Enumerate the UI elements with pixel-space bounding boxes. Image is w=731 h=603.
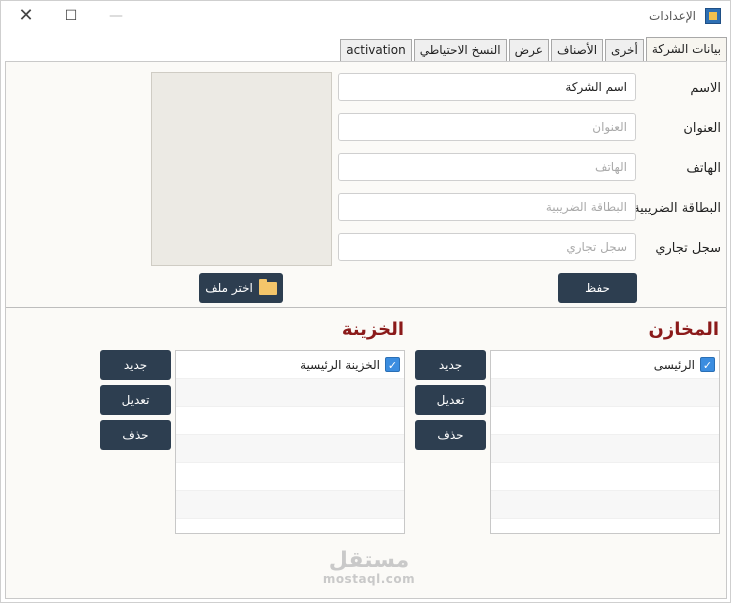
treasury-title: الخزينة (341, 319, 404, 340)
phone-label: الهاتف (686, 161, 721, 176)
treasury-delete-button[interactable]: حذف (100, 420, 171, 450)
store-item-label: الرئيسى (653, 357, 695, 372)
title-bar: ✕ ☐ — الإعدادات (1, 1, 730, 33)
tab-content-company: الاسم العنوان الهاتف البطاقة الضريبية سج… (5, 61, 727, 599)
minimize-icon[interactable]: — (101, 5, 131, 27)
list-item[interactable]: ✓ الخزينة الرئيسية (176, 351, 404, 379)
store-delete-button[interactable]: حذف (415, 420, 486, 450)
folder-icon (258, 278, 277, 295)
list-row-empty (176, 407, 404, 435)
company-logo-preview (151, 72, 332, 266)
choose-file-button[interactable]: اختر ملف (199, 273, 283, 303)
commercial-register-label: سجل تجاري (655, 241, 721, 256)
tab-strip: بيانات الشركة أخرى الأصناف عرض النسخ الا… (340, 37, 727, 61)
watermark-latin: mostaql.com (322, 572, 416, 586)
settings-window: ✕ ☐ — الإعدادات بيانات الشركة أخرى الأصن… (0, 0, 731, 603)
list-row-empty (491, 379, 719, 407)
list-item[interactable]: ✓ الرئيسى (491, 351, 719, 379)
tab-activation[interactable]: activation (340, 39, 412, 61)
list-row-empty (176, 519, 404, 533)
tax-card-label: البطاقة الضريبية (633, 201, 721, 216)
watermark-arabic: مستقل (328, 548, 410, 573)
tab-items[interactable]: الأصناف (550, 39, 604, 61)
watermark: مستقل mostaql.com (319, 548, 419, 586)
window-title: الإعدادات (649, 9, 696, 23)
list-row-empty (491, 407, 719, 435)
commercial-register-field[interactable] (338, 233, 636, 261)
list-row-empty (491, 491, 719, 519)
close-icon[interactable]: ✕ (11, 5, 41, 27)
tab-view[interactable]: عرض (508, 39, 549, 61)
treasury-edit-button[interactable]: تعديل (100, 385, 171, 415)
save-button[interactable]: حفظ (558, 273, 637, 303)
list-row-empty (491, 463, 719, 491)
address-label: العنوان (683, 121, 721, 136)
list-row-empty (176, 463, 404, 491)
company-name-field[interactable] (338, 73, 636, 101)
checkbox-checked-icon[interactable]: ✓ (385, 357, 400, 372)
tab-other[interactable]: أخرى (605, 39, 644, 61)
stores-title: المخازن (648, 319, 719, 340)
list-row-empty (491, 519, 719, 533)
tab-company-data[interactable]: بيانات الشركة (645, 37, 727, 61)
store-new-button[interactable]: جديد (415, 350, 486, 380)
list-row-empty (176, 435, 404, 463)
treasury-list[interactable]: ✓ الخزينة الرئيسية (175, 350, 405, 534)
list-row-empty (491, 435, 719, 463)
app-icon (705, 8, 721, 24)
list-row-empty (176, 491, 404, 519)
store-edit-button[interactable]: تعديل (415, 385, 486, 415)
treasury-item-label: الخزينة الرئيسية (300, 357, 380, 372)
address-field[interactable] (338, 113, 636, 141)
stores-list[interactable]: ✓ الرئيسى (490, 350, 720, 534)
choose-file-label: اختر ملف (205, 281, 253, 295)
section-divider (6, 307, 726, 308)
tax-card-field[interactable] (338, 193, 636, 221)
list-row-empty (176, 379, 404, 407)
tab-backup[interactable]: النسخ الاحتياطي (413, 39, 507, 61)
phone-field[interactable] (338, 153, 636, 181)
checkbox-checked-icon[interactable]: ✓ (700, 357, 715, 372)
treasury-new-button[interactable]: جديد (100, 350, 171, 380)
name-label: الاسم (690, 81, 721, 96)
maximize-icon[interactable]: ☐ (56, 5, 86, 27)
